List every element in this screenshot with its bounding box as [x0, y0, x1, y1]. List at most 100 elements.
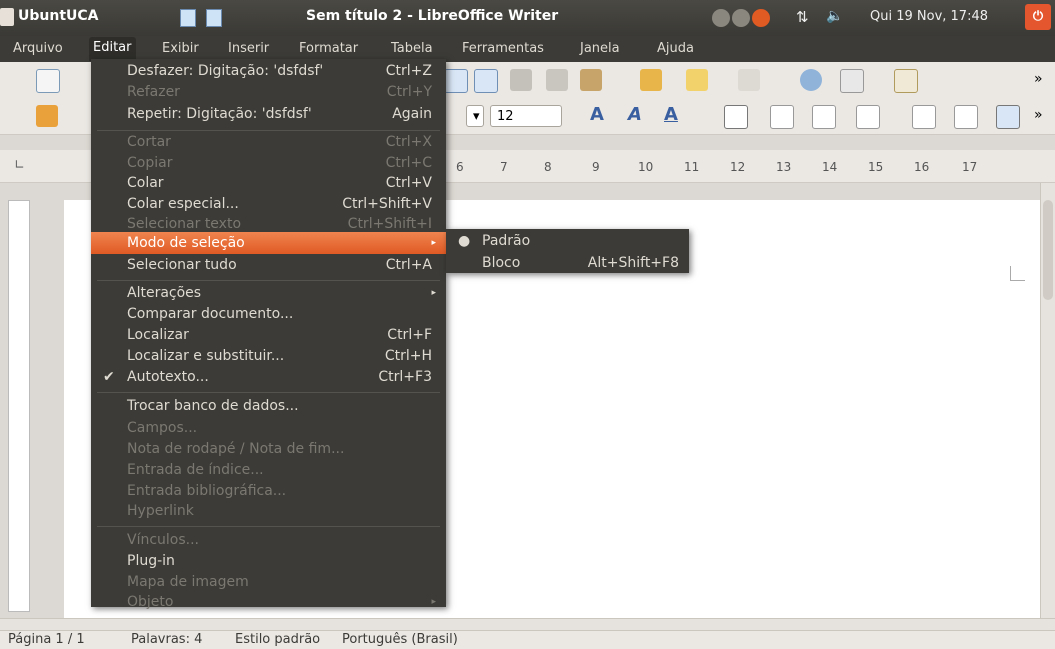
toolbar-overflow-icon-2[interactable]: »	[1034, 107, 1043, 123]
menu-item-undo[interactable]: Desfazer: Digitação: 'dsfdsf' Ctrl+Z	[91, 60, 446, 82]
italic-icon[interactable]: A	[628, 104, 642, 125]
menu-item-accel: Ctrl+Shift+V	[342, 196, 432, 212]
power-icon[interactable]: ⏻	[1025, 4, 1051, 30]
menu-item-label: Alterações	[127, 285, 202, 301]
menu-item-label: Mapa de imagem	[127, 574, 249, 590]
status-language[interactable]: Português (Brasil)	[342, 632, 458, 647]
toolbar-overflow-icon[interactable]: »	[1034, 71, 1043, 87]
menu-item-label: Copiar	[127, 155, 173, 171]
cut-icon[interactable]	[510, 69, 532, 91]
close-icon[interactable]	[752, 9, 770, 27]
menu-item-label: Colar especial...	[127, 196, 239, 212]
submenu-item-label: Padrão	[482, 233, 531, 249]
menu-arquivo[interactable]: Arquivo	[13, 41, 63, 56]
menu-separator	[97, 392, 440, 393]
menu-item-fields: Campos...	[91, 417, 446, 439]
menu-item-label: Trocar banco de dados...	[127, 398, 299, 414]
menu-item-select-all[interactable]: Selecionar tudo Ctrl+A	[91, 254, 446, 276]
menu-item-plugin[interactable]: Plug-in	[91, 550, 446, 572]
justify-icon[interactable]	[856, 105, 880, 129]
menu-item-accel: Ctrl+Y	[386, 84, 432, 100]
menu-item-exchange-database[interactable]: Trocar banco de dados...	[91, 395, 446, 417]
menu-item-cut: Cortar Ctrl+X	[91, 131, 446, 153]
table-icon[interactable]	[840, 69, 864, 93]
menu-item-paste[interactable]: Colar Ctrl+V	[91, 172, 446, 194]
decrease-indent-icon[interactable]	[996, 105, 1020, 129]
menu-ferramentas[interactable]: Ferramentas	[462, 41, 544, 56]
menu-item-paste-special[interactable]: Colar especial... Ctrl+Shift+V	[91, 193, 446, 215]
numbering-icon[interactable]	[912, 105, 936, 129]
menu-item-label: Refazer	[127, 84, 180, 100]
show-draw-functions-icon[interactable]	[894, 69, 918, 93]
menu-inserir[interactable]: Inserir	[228, 41, 269, 56]
menu-item-label: Localizar e substituir...	[127, 348, 285, 364]
redo-icon[interactable]	[738, 69, 760, 91]
menu-tabela[interactable]: Tabela	[391, 41, 433, 56]
bullets-icon[interactable]	[954, 105, 978, 129]
font-name-dropdown-arrow[interactable]: ▾	[466, 105, 484, 127]
menu-item-changes[interactable]: Alterações ▸	[91, 282, 446, 304]
new-document-icon[interactable]	[36, 69, 60, 93]
menu-item-selection-mode[interactable]: Modo de seleção ▸	[91, 232, 446, 254]
menu-item-hyperlink: Hyperlink	[91, 500, 446, 522]
menu-item-autotext[interactable]: ✔ Autotexto... Ctrl+F3	[91, 366, 446, 388]
menu-formatar[interactable]: Formatar	[299, 41, 358, 56]
menu-separator	[97, 526, 440, 527]
menu-item-label: Repetir: Digitação: 'dsfdsf'	[127, 106, 312, 122]
vertical-ruler[interactable]	[8, 200, 30, 612]
menu-item-repeat[interactable]: Repetir: Digitação: 'dsfdsf' Again	[91, 103, 446, 125]
menu-item-label: Comparar documento...	[127, 306, 294, 322]
ruler-tick: 17	[962, 160, 978, 174]
menu-item-label: Vínculos...	[127, 532, 200, 548]
ruler-tick: 11	[684, 160, 700, 174]
align-right-icon[interactable]	[812, 105, 836, 129]
clock[interactable]: Qui 19 Nov, 17:48	[870, 9, 988, 24]
submenu-arrow-icon: ▸	[431, 288, 436, 298]
menu-janela[interactable]: Janela	[580, 41, 620, 56]
copy-icon[interactable]	[546, 69, 568, 91]
tab-stop-type-icon[interactable]: ∟	[14, 158, 25, 173]
vertical-scroll-thumb[interactable]	[1043, 200, 1053, 300]
underline-icon[interactable]: A	[664, 104, 678, 125]
menu-exibir[interactable]: Exibir	[162, 41, 199, 56]
checkmark-icon: ✔	[103, 369, 115, 385]
network-icon[interactable]: ⇅	[796, 8, 809, 26]
styles-icon[interactable]	[36, 105, 58, 127]
status-style[interactable]: Estilo padrão	[235, 632, 320, 647]
undo-icon[interactable]	[686, 69, 708, 91]
volume-icon[interactable]: 🔈	[826, 8, 843, 24]
ruler-tick: 6	[456, 160, 464, 174]
menu-item-label: Hyperlink	[127, 503, 194, 519]
minimize-icon[interactable]	[712, 9, 730, 27]
spellcheck-icon[interactable]	[444, 69, 468, 93]
menu-item-accel: Ctrl+A	[385, 257, 432, 273]
font-size-field[interactable]: 12	[490, 105, 562, 127]
app-name[interactable]: UbuntUCA	[18, 8, 99, 24]
clone-format-icon[interactable]	[640, 69, 662, 91]
maximize-icon[interactable]	[732, 9, 750, 27]
ruler-tick: 13	[776, 160, 792, 174]
paste-icon[interactable]	[580, 69, 602, 91]
submenu-item-accel: Alt+Shift+F8	[587, 255, 679, 271]
menu-ajuda[interactable]: Ajuda	[657, 41, 694, 56]
menu-item-label: Selecionar tudo	[127, 257, 237, 273]
writer-doc-icon-2[interactable]	[206, 9, 222, 27]
menu-item-label: Campos...	[127, 420, 198, 436]
align-center-icon[interactable]	[770, 105, 794, 129]
writer-doc-icon[interactable]	[180, 9, 196, 27]
menu-item-label: Desfazer: Digitação: 'dsfdsf'	[127, 63, 324, 79]
bold-icon[interactable]: A	[590, 104, 604, 125]
align-left-icon[interactable]	[724, 105, 748, 129]
status-page[interactable]: Página 1 / 1	[8, 632, 85, 647]
menu-item-find-replace[interactable]: Localizar e substituir... Ctrl+H	[91, 345, 446, 367]
menu-item-find[interactable]: Localizar Ctrl+F	[91, 324, 446, 346]
menu-item-compare[interactable]: Comparar documento...	[91, 303, 446, 325]
menu-item-label: Autotexto...	[127, 369, 209, 385]
menu-editar[interactable]: Editar	[89, 37, 136, 61]
navigator-icon[interactable]	[800, 69, 822, 91]
menu-item-object: Objeto ▸	[91, 591, 446, 613]
submenu-item-block[interactable]: Bloco Alt+Shift+F8	[446, 252, 689, 274]
status-words[interactable]: Palavras: 4	[131, 632, 202, 647]
autospellcheck-icon[interactable]	[474, 69, 498, 93]
submenu-item-standard[interactable]: ● Padrão	[446, 230, 689, 252]
